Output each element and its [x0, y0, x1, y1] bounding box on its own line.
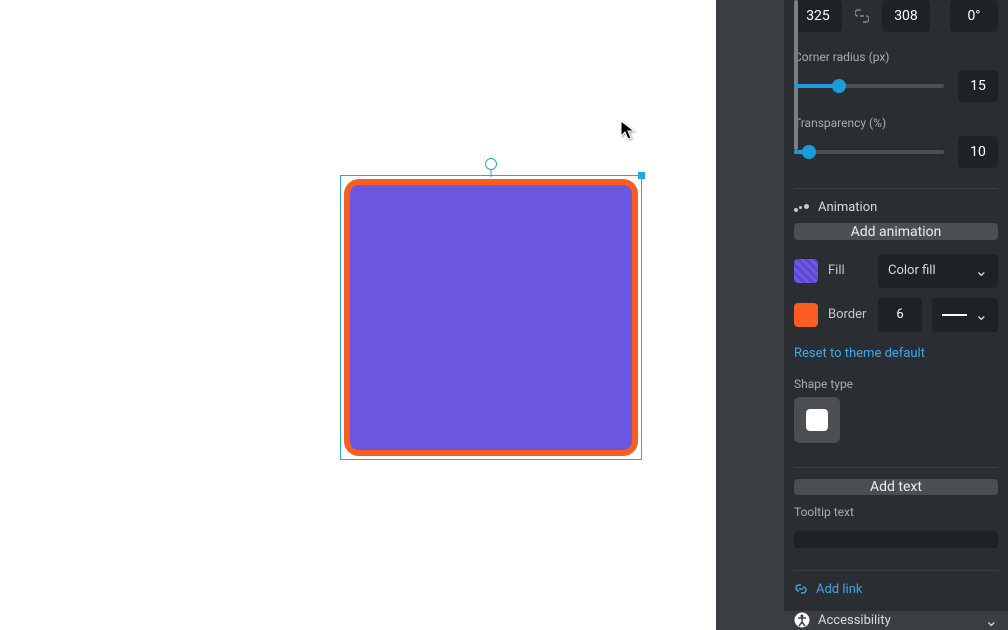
link-icon [794, 582, 808, 596]
add-animation-button[interactable]: Add animation [794, 223, 998, 239]
add-link-label: Add link [816, 582, 862, 597]
height-input[interactable]: 308 [882, 0, 930, 32]
accessibility-label: Accessibility [818, 613, 891, 628]
panel-scrollbar[interactable] [794, 0, 798, 150]
canvas[interactable] [0, 0, 716, 630]
accessibility-section[interactable]: Accessibility ⌄ [784, 611, 1008, 630]
transparency-value[interactable]: 10 [958, 136, 998, 168]
width-input[interactable]: 325 [794, 0, 842, 32]
fill-type-select[interactable]: Color fill ⌄ [878, 254, 998, 288]
border-label: Border [828, 307, 868, 322]
add-text-button[interactable]: Add text [794, 479, 998, 495]
tooltip-label: Tooltip text [794, 505, 998, 519]
fill-swatch[interactable] [794, 259, 818, 283]
selection-frame[interactable] [340, 175, 642, 460]
shape-rectangle[interactable] [344, 179, 638, 456]
panel-gutter [716, 0, 784, 630]
reset-theme-link[interactable]: Reset to theme default [794, 346, 998, 361]
border-style-select[interactable]: ⌄ [932, 298, 998, 332]
fill-label: Fill [828, 263, 868, 278]
tooltip-input[interactable] [794, 531, 998, 547]
chevron-down-icon: ⌄ [975, 261, 988, 280]
corner-radius-slider[interactable] [794, 84, 944, 88]
resize-handle-tr[interactable] [638, 172, 645, 179]
fill-type-value: Color fill [888, 263, 936, 278]
rotate-line [491, 170, 492, 177]
chevron-down-icon: ⌄ [975, 305, 988, 324]
animation-icon [794, 202, 810, 214]
transparency-slider[interactable] [794, 150, 944, 154]
transparency-label: Transparency (%) [794, 116, 998, 130]
rotation-input[interactable]: 0° [950, 0, 998, 32]
corner-radius-label: Corner radius (px) [794, 50, 998, 64]
lock-aspect-icon[interactable] [852, 0, 872, 32]
shape-type-preview [806, 409, 828, 431]
properties-panel: 325 308 0° Corner radius (px) 15 Transpa… [716, 0, 1008, 630]
border-width-input[interactable]: 6 [878, 298, 922, 332]
chevron-down-icon: ⌄ [985, 611, 998, 630]
cursor-icon [620, 120, 638, 146]
accessibility-icon [794, 612, 810, 628]
shape-type-button[interactable] [794, 397, 840, 443]
border-swatch[interactable] [794, 303, 818, 327]
add-link-button[interactable]: Add link [794, 582, 998, 597]
rotate-handle[interactable] [485, 158, 497, 170]
shape-type-label: Shape type [794, 377, 998, 391]
line-style-icon [942, 314, 967, 316]
corner-radius-value[interactable]: 15 [958, 70, 998, 102]
animation-heading: Animation [818, 200, 877, 215]
